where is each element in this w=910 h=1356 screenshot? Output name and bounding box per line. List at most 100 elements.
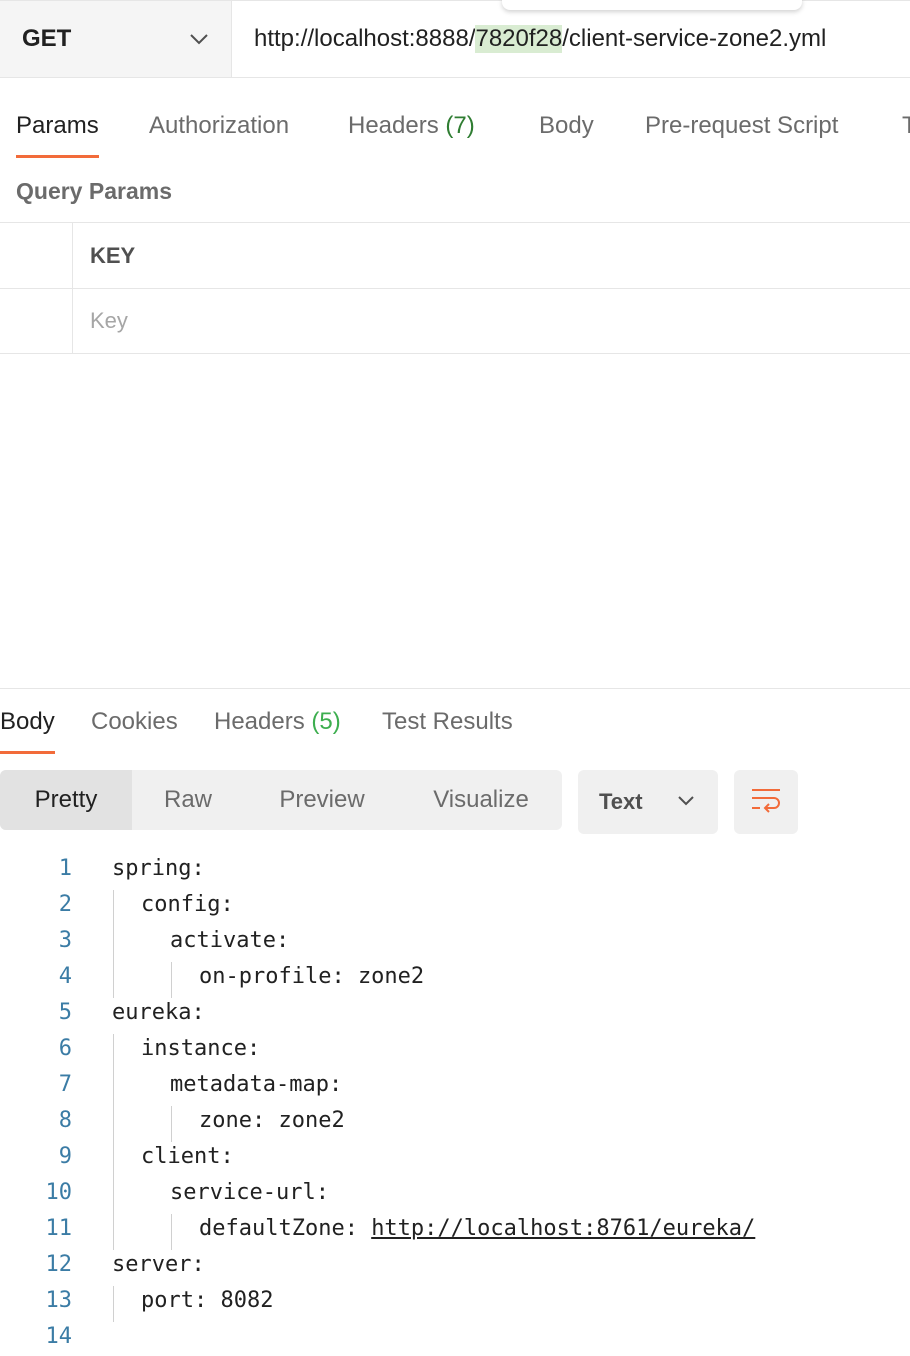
- request-bar: GET http://localhost:8888/7820f28/client…: [0, 0, 910, 78]
- chevron-down-icon: [189, 33, 209, 45]
- line-number: 3: [58, 928, 72, 953]
- tab-label: Body: [539, 112, 594, 139]
- indent-guide: [113, 1034, 114, 1070]
- line-number: 7: [58, 1072, 72, 1097]
- tab-label: T: [902, 112, 910, 139]
- tab-params[interactable]: Params: [16, 100, 99, 158]
- key-input[interactable]: Key: [90, 289, 128, 353]
- indent-guide: [113, 962, 114, 998]
- tab-label: Headers: [348, 112, 439, 139]
- tab-label: Cookies: [91, 708, 178, 735]
- tab-pre-request-script[interactable]: Pre-request Script: [645, 100, 838, 158]
- line-content: instance:: [141, 1036, 261, 1061]
- code-line: 5 eureka:: [0, 998, 910, 1034]
- line-content: spring:: [112, 856, 205, 881]
- checkbox-column: [0, 223, 73, 288]
- request-tabs: Params Authorization Headers (7) Body Pr…: [0, 100, 910, 160]
- line-content: zone: zone2: [199, 1108, 345, 1133]
- line-number: 2: [58, 892, 72, 917]
- format-select[interactable]: Text: [578, 770, 718, 834]
- indent-guide: [113, 1106, 114, 1142]
- line-number: 13: [45, 1288, 73, 1313]
- line-content: activate:: [170, 928, 290, 953]
- code-line: 1 spring:: [0, 854, 910, 890]
- line-content: defaultZone: http://localhost:8761/eurek…: [199, 1216, 755, 1241]
- line-number: 14: [45, 1324, 73, 1349]
- tab-tests[interactable]: T: [902, 100, 910, 158]
- tab-authorization[interactable]: Authorization: [149, 100, 289, 158]
- indent-guide: [113, 1286, 114, 1322]
- row-checkbox-cell[interactable]: [0, 289, 73, 353]
- line-number: 4: [58, 964, 72, 989]
- line-content: config:: [141, 892, 234, 917]
- tab-label: Headers: [214, 708, 305, 735]
- table-row: Key: [0, 288, 910, 354]
- tab-test-results[interactable]: Test Results: [382, 696, 513, 754]
- tab-response-headers[interactable]: Headers (5): [214, 696, 341, 754]
- line-content: port: 8082: [141, 1288, 274, 1313]
- code-line: 12 server:: [0, 1250, 910, 1286]
- code-line: 11 defaultZone: http://localhost:8761/eu…: [0, 1214, 910, 1250]
- indent-guide: [113, 1214, 114, 1250]
- method-select[interactable]: GET: [0, 1, 232, 77]
- wrap-lines-icon: [750, 786, 782, 819]
- line-number: 5: [58, 1000, 72, 1025]
- response-tabs: Body Cookies Headers (5) Test Results: [0, 696, 910, 754]
- table-header-row: KEY: [0, 222, 910, 288]
- line-number: 1: [58, 856, 72, 881]
- url-input[interactable]: http://localhost:8888/7820f28/client-ser…: [232, 1, 910, 77]
- line-content: on-profile: zone2: [199, 964, 425, 989]
- panel-divider[interactable]: [0, 688, 910, 689]
- tab-label: Test Results: [382, 708, 513, 735]
- code-line: 7 metadata-map:: [0, 1070, 910, 1106]
- line-number: 6: [58, 1036, 72, 1061]
- indent-guide: [113, 890, 114, 926]
- code-line: 10 service-url:: [0, 1178, 910, 1214]
- indent-guide: [113, 926, 114, 962]
- indent-guide: [113, 1142, 114, 1178]
- line-content: client:: [141, 1144, 234, 1169]
- code-line: 14: [0, 1322, 910, 1356]
- line-number: 10: [45, 1180, 73, 1205]
- chevron-down-icon: [677, 793, 695, 811]
- indent-guide: [171, 1106, 172, 1142]
- view-preview-button[interactable]: Preview: [262, 770, 382, 830]
- line-number: 11: [45, 1216, 73, 1241]
- view-pretty-button[interactable]: Pretty: [0, 770, 132, 830]
- tab-label: Authorization: [149, 112, 290, 139]
- url-suffix: /client-service-zone2.yml: [562, 25, 827, 52]
- query-params-table: KEY Key: [0, 222, 910, 354]
- code-line: 2 config:: [0, 890, 910, 926]
- line-number: 9: [58, 1144, 72, 1169]
- tab-label: Params: [16, 112, 99, 139]
- tab-response-body[interactable]: Body: [0, 696, 55, 754]
- response-body-editor[interactable]: 1 spring: 2 config: 3 activate: 4 on-pro…: [0, 854, 910, 1356]
- line-content: metadata-map:: [170, 1072, 343, 1097]
- tab-headers[interactable]: Headers (7): [348, 100, 475, 158]
- indent-guide: [171, 962, 172, 998]
- indent-guide: [113, 1178, 114, 1214]
- wrap-lines-button[interactable]: [734, 770, 798, 834]
- response-headers-count: (5): [311, 708, 341, 735]
- indent-guide: [113, 1070, 114, 1106]
- eureka-url-link[interactable]: http://localhost:8761/eureka/: [371, 1216, 755, 1241]
- code-line: 4 on-profile: zone2: [0, 962, 910, 998]
- api-client-window: GET http://localhost:8888/7820f28/client…: [0, 0, 910, 1356]
- view-raw-button[interactable]: Raw: [140, 770, 236, 830]
- yaml-key: defaultZone:: [199, 1216, 372, 1241]
- view-visualize-button[interactable]: Visualize: [410, 770, 552, 830]
- code-line: 6 instance:: [0, 1034, 910, 1070]
- line-number: 8: [58, 1108, 72, 1133]
- query-params-title: Query Params: [16, 178, 172, 204]
- code-line: 9 client:: [0, 1142, 910, 1178]
- key-column-header: KEY: [90, 242, 136, 268]
- line-content: server:: [112, 1252, 205, 1277]
- tooltip-popup-edge: [502, 0, 802, 10]
- tab-body[interactable]: Body: [539, 100, 594, 158]
- tab-response-cookies[interactable]: Cookies: [91, 696, 178, 754]
- tab-label: Pre-request Script: [645, 112, 839, 139]
- line-content: service-url:: [170, 1180, 329, 1205]
- url-prefix: http://localhost:8888/: [254, 25, 476, 52]
- line-number: 12: [45, 1252, 73, 1277]
- code-line: 8 zone: zone2: [0, 1106, 910, 1142]
